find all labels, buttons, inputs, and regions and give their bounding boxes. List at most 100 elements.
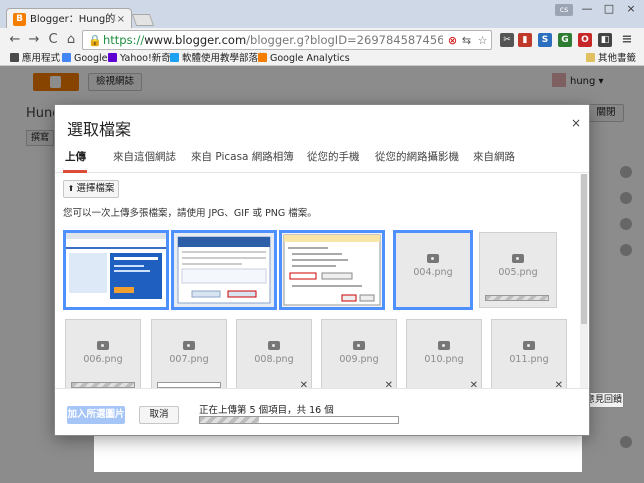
upload-status-text: 正在上傳第 5 個項目，共 16 個 <box>199 405 334 416</box>
bookmark-item[interactable]: 軟體使用教學部落格 <box>170 52 268 66</box>
reload-icon[interactable]: C <box>44 31 62 49</box>
new-tab-button[interactable] <box>131 14 155 26</box>
browser-tab[interactable]: B Blogger：Hung的軟體使 × <box>6 8 132 30</box>
dialog-scrollbar[interactable] <box>580 174 588 388</box>
image-thumbnail[interactable]: 007.png <box>151 319 227 388</box>
scrollbar-thumb[interactable] <box>581 174 587 324</box>
image-thumbnail[interactable] <box>171 230 277 310</box>
bookmark-item[interactable]: Yahoo!新奇 <box>108 52 171 66</box>
thumbnail-filename: 008.png <box>254 354 294 365</box>
thumbnail-filename: 004.png <box>413 267 453 278</box>
close-window-icon[interactable]: × <box>622 2 640 16</box>
extension-icon[interactable]: ✂ <box>500 33 514 47</box>
url-text[interactable]: https://www.blogger.com/blogger.g?blogID… <box>103 33 443 48</box>
image-thumbnail[interactable]: 006.png <box>65 319 141 388</box>
screenshot-thumbnail <box>282 233 382 307</box>
cancel-button[interactable]: 取消 <box>139 406 179 424</box>
minimize-icon[interactable]: — <box>578 2 596 16</box>
tab-phone[interactable]: 從您的手機 <box>307 150 360 164</box>
camera-icon <box>523 341 535 350</box>
lock-icon: 🔒 <box>88 34 102 47</box>
tab-from-blog[interactable]: 來自這個網誌 <box>113 150 176 164</box>
image-thumbnail[interactable]: 004.png <box>393 230 473 310</box>
thumbnail-filename: 006.png <box>83 354 123 365</box>
bookmark-star-icon[interactable]: ☆ <box>475 33 490 48</box>
upload-icon: ⬆ <box>67 184 75 193</box>
overall-upload-progress <box>199 416 399 424</box>
thumbnail-filename: 009.png <box>339 354 379 365</box>
tab-title: Blogger：Hung的軟體使 <box>30 14 116 25</box>
camera-icon <box>512 254 524 263</box>
dialog-title: 選取檔案 <box>67 120 132 139</box>
screenshot-thumbnail <box>66 233 166 307</box>
upload-panel: ⬆選擇檔案 您可以一次上傳多張檔案，請使用 JPG、GIF 或 PNG 檔案。 <box>55 174 589 388</box>
thumbnail-filename: 010.png <box>424 354 464 365</box>
yahoo-icon <box>108 53 117 62</box>
screenshot-thumbnail <box>174 233 274 307</box>
source-tabs: 上傳 來自這個網誌 來自 Picasa 網路相簿 從您的手機 從您的網路攝影機 … <box>55 141 589 173</box>
back-icon[interactable]: ← <box>6 31 24 49</box>
camera-icon <box>183 341 195 350</box>
add-selected-button[interactable]: 加入所選圖片 <box>67 406 125 424</box>
translate-icon[interactable]: ⇆ <box>459 33 474 48</box>
blogger-favicon-icon: B <box>13 13 26 26</box>
remove-icon[interactable]: ✕ <box>555 380 563 388</box>
tab-upload[interactable]: 上傳 <box>65 150 86 164</box>
bookmark-item[interactable]: 應用程式 <box>10 52 60 66</box>
thumbnail-filename: 007.png <box>169 354 209 365</box>
close-icon[interactable]: × <box>571 116 581 130</box>
remove-icon[interactable]: ✕ <box>470 380 478 388</box>
address-bar[interactable]: 🔒 https://www.blogger.com/blogger.g?blog… <box>82 30 492 50</box>
maximize-icon[interactable]: □ <box>600 2 618 16</box>
image-thumbnail[interactable]: 005.png <box>479 232 557 308</box>
extension-icon[interactable]: S <box>538 33 552 47</box>
overall-upload-progress-fill <box>200 417 260 423</box>
apps-grid-icon <box>10 53 19 62</box>
tab-picasa[interactable]: 來自 Picasa 網路相簿 <box>191 150 294 164</box>
dialog-footer: 加入所選圖片 取消 正在上傳第 5 個項目，共 16 個 <box>55 388 589 435</box>
active-tab-indicator <box>63 170 87 173</box>
upload-hint: 您可以一次上傳多張檔案，請使用 JPG、GIF 或 PNG 檔案。 <box>63 208 317 219</box>
select-files-dialog: 選取檔案 × 上傳 來自這個網誌 來自 Picasa 網路相簿 從您的手機 從您… <box>54 104 590 436</box>
profile-badge[interactable]: cs <box>555 4 573 16</box>
other-bookmarks[interactable]: 其他書籤 <box>586 52 636 66</box>
browser-chrome: B Blogger：Hung的軟體使 × cs — □ × ← → C ⌂ 🔒 … <box>0 0 644 66</box>
analytics-icon <box>258 53 267 62</box>
blog-icon <box>170 53 179 62</box>
bookmarks-bar: 應用程式 Google Yahoo!新奇 軟體使用教學部落格 Google An… <box>0 52 644 66</box>
google-icon <box>62 53 71 62</box>
thumbnail-filename: 005.png <box>498 267 538 278</box>
bookmark-item[interactable]: Google Analytics <box>258 52 350 66</box>
menu-icon[interactable]: ≡ <box>620 33 634 47</box>
blocked-popup-icon[interactable]: ⊗ <box>445 33 460 48</box>
tab-webcam[interactable]: 從您的網路攝影機 <box>375 150 459 164</box>
bookmark-item[interactable]: Google <box>62 52 108 66</box>
upload-progress-bar <box>485 295 549 301</box>
image-thumbnail[interactable]: 010.png ✕ <box>406 319 482 388</box>
navigation-bar: ← → C ⌂ 🔒 https://www.blogger.com/blogge… <box>0 28 644 52</box>
choose-files-button[interactable]: ⬆ 選擇檔案 <box>63 180 119 198</box>
extension-icon[interactable]: G <box>558 33 572 47</box>
camera-icon <box>268 341 280 350</box>
camera-icon <box>427 254 439 263</box>
tab-from-web[interactable]: 來自網路 <box>473 150 515 164</box>
remove-icon[interactable]: ✕ <box>300 380 308 388</box>
thumbnail-filename: 011.png <box>509 354 549 365</box>
camera-icon <box>438 341 450 350</box>
image-thumbnail[interactable]: 011.png ✕ <box>491 319 567 388</box>
extension-icon[interactable]: O <box>578 33 592 47</box>
image-thumbnail[interactable] <box>63 230 169 310</box>
tab-strip: B Blogger：Hung的軟體使 × cs — □ × <box>0 0 644 30</box>
camera-icon <box>353 341 365 350</box>
extension-icon[interactable]: ◧ <box>598 33 612 47</box>
extension-icon[interactable]: ▮ <box>518 33 532 47</box>
tab-close-icon[interactable]: × <box>117 13 125 27</box>
home-icon[interactable]: ⌂ <box>62 31 80 49</box>
forward-icon[interactable]: → <box>25 31 43 49</box>
image-thumbnail[interactable] <box>279 230 385 310</box>
image-thumbnail[interactable]: 009.png ✕ <box>321 319 397 388</box>
image-thumbnail[interactable]: 008.png ✕ <box>236 319 312 388</box>
feedback-button[interactable]: 意見回饋 <box>584 392 624 408</box>
camera-icon <box>97 341 109 350</box>
remove-icon[interactable]: ✕ <box>385 380 393 388</box>
